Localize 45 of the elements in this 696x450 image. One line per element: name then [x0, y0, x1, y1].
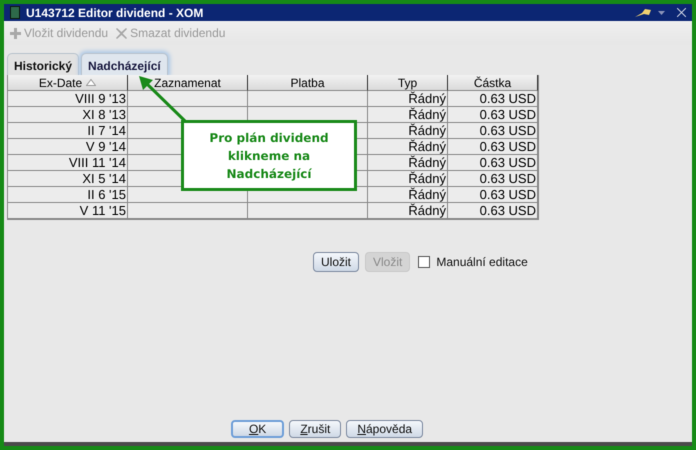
- dropdown-icon[interactable]: [658, 10, 665, 14]
- table-cell: II 6 '15: [8, 187, 128, 203]
- column-header[interactable]: Typ: [368, 75, 448, 91]
- column-header[interactable]: Zaznamenat: [128, 75, 248, 91]
- window-title: U143712 Editor dividend - XOM: [26, 6, 204, 20]
- close-icon[interactable]: [677, 8, 686, 17]
- tab[interactable]: Historický: [7, 53, 80, 75]
- table-cell: Řádný: [368, 123, 448, 139]
- plus-icon: [10, 28, 21, 38]
- table-cell: Řádný: [368, 107, 448, 123]
- table-cell: Řádný: [368, 187, 448, 203]
- pin-icon[interactable]: [634, 8, 652, 18]
- dialog-button[interactable]: OK: [230, 420, 284, 438]
- callout: Pro plán dividend klikneme na Nadcházející: [181, 120, 357, 191]
- app-icon: [10, 6, 20, 19]
- table-cell: V 11 '15: [8, 203, 128, 219]
- x-icon: [116, 28, 128, 38]
- dialog-button[interactable]: Zrušit: [289, 420, 342, 438]
- table-cell: 0.63 USD: [448, 107, 538, 123]
- table-cell: 0.63 USD: [448, 187, 538, 203]
- table-cell: Řádný: [368, 139, 448, 155]
- table-cell: 0.63 USD: [448, 91, 538, 107]
- action-button[interactable]: Uložit: [313, 252, 360, 272]
- table-cell: VIII 11 '14: [8, 155, 128, 171]
- table-cell: 0.63 USD: [448, 203, 538, 219]
- checkbox[interactable]: [418, 256, 430, 268]
- table-cell: Řádný: [368, 171, 448, 187]
- dialog-button[interactable]: Nápověda: [346, 420, 424, 438]
- table-cell: V 9 '14: [8, 139, 128, 155]
- table-cell: XI 8 '13: [8, 107, 128, 123]
- table-cell: II 7 '14: [8, 123, 128, 139]
- checkbox-label: Manuální editace: [436, 255, 528, 269]
- table-cell: XI 5 '14: [8, 171, 128, 187]
- table-cell: Řádný: [368, 91, 448, 107]
- table-cell: 0.63 USD: [448, 123, 538, 139]
- table-cell: 0.63 USD: [448, 155, 538, 171]
- table-cell: 0.63 USD: [448, 171, 538, 187]
- table-cell: VIII 9 '13: [8, 91, 128, 107]
- table-cell: Řádný: [368, 155, 448, 171]
- column-header[interactable]: Ex-Date: [8, 75, 128, 91]
- column-header[interactable]: Platba: [248, 75, 368, 91]
- column-header[interactable]: Částka: [448, 75, 538, 91]
- tab[interactable]: Nadcházející: [81, 53, 168, 75]
- table-cell: Řádný: [368, 203, 448, 219]
- table-cell: 0.63 USD: [448, 139, 538, 155]
